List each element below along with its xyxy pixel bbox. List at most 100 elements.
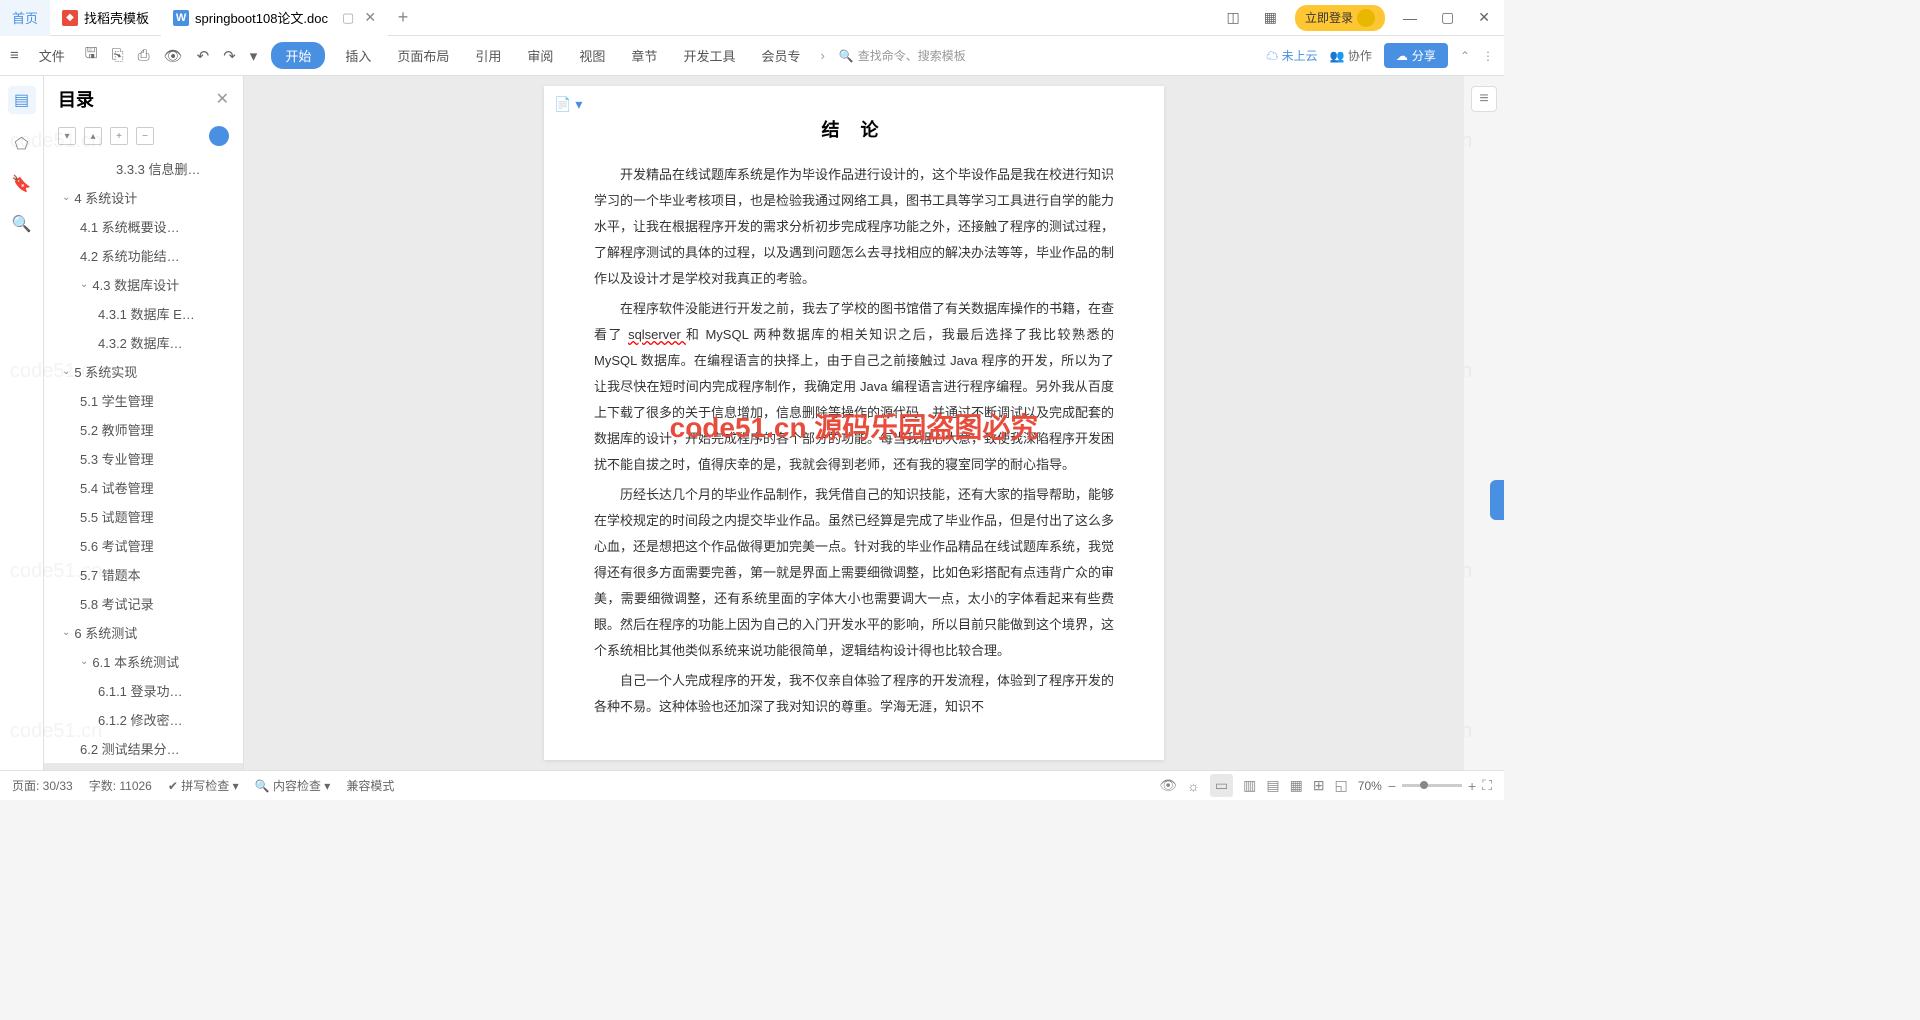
print-layout-icon[interactable]: ⊞ bbox=[1313, 777, 1325, 794]
shape-icon[interactable]: ⬠ bbox=[12, 134, 32, 154]
collab-button[interactable]: 👥 协作 bbox=[1330, 47, 1372, 64]
page-indicator[interactable]: 页面: 30/33 bbox=[12, 777, 73, 794]
zoom-in-icon[interactable]: + bbox=[1468, 778, 1476, 794]
toc-item[interactable]: 4.1 系统概要设… bbox=[44, 212, 243, 241]
bookmark-icon[interactable]: 🔖 bbox=[12, 174, 32, 194]
menu-icon[interactable]: ≡ bbox=[10, 47, 19, 64]
content-check-button[interactable]: 🔍 内容检查 ▾ bbox=[255, 777, 331, 794]
menu-view[interactable]: 视图 bbox=[573, 42, 611, 69]
print-icon[interactable]: ⎙ bbox=[138, 47, 150, 64]
toc-label: 5.5 试题管理 bbox=[80, 507, 154, 526]
toolbar-more-icon[interactable]: ⋮ bbox=[1482, 49, 1494, 63]
page-view-icon[interactable]: ▭ bbox=[1210, 774, 1233, 797]
toc-item[interactable]: 6.1.1 登录功… bbox=[44, 676, 243, 705]
dropdown-icon[interactable]: ▾ bbox=[250, 47, 258, 65]
chevron-down-icon[interactable]: ⌄ bbox=[62, 192, 70, 203]
toc-item[interactable]: 5.3 专业管理 bbox=[44, 444, 243, 473]
maximize-button[interactable]: ▢ bbox=[1435, 9, 1460, 26]
zoom-slider[interactable] bbox=[1402, 784, 1462, 787]
toc-item[interactable]: ⌄4.3 数据库设计 bbox=[44, 270, 243, 299]
reading-view-icon[interactable]: ▤ bbox=[1266, 777, 1279, 794]
word-count[interactable]: 字数: 11026 bbox=[89, 777, 152, 794]
compat-mode[interactable]: 兼容模式 bbox=[346, 777, 394, 794]
side-handle[interactable] bbox=[1490, 480, 1504, 520]
command-search[interactable]: 🔍 查找命令、搜索模板 bbox=[839, 47, 966, 64]
close-button[interactable]: ✕ bbox=[1472, 9, 1496, 26]
menu-reference[interactable]: 引用 bbox=[469, 42, 507, 69]
minimize-button[interactable]: — bbox=[1397, 10, 1423, 26]
tab-templates[interactable]: ◆ 找稻壳模板 bbox=[50, 0, 161, 36]
toc-label: 5.3 专业管理 bbox=[80, 449, 154, 468]
menu-review[interactable]: 审阅 bbox=[521, 42, 559, 69]
expand-all-icon[interactable]: ▴ bbox=[84, 127, 102, 145]
undo-icon[interactable]: ↶ bbox=[197, 47, 210, 65]
toc-item[interactable]: 4.3.1 数据库 E… bbox=[44, 299, 243, 328]
add-heading-icon[interactable]: + bbox=[110, 127, 128, 145]
outline-icon[interactable]: ▤ bbox=[8, 86, 36, 114]
sidebar-close-icon[interactable]: ✕ bbox=[216, 89, 229, 109]
toc-item[interactable]: 5.5 试题管理 bbox=[44, 502, 243, 531]
toc-item[interactable]: 5.7 错题本 bbox=[44, 560, 243, 589]
toc-item[interactable]: 6.1.2 修改密… bbox=[44, 705, 243, 734]
menu-layout[interactable]: 页面布局 bbox=[391, 42, 455, 69]
grid-icon[interactable]: ▦ bbox=[1258, 9, 1283, 26]
toc-item[interactable]: 5.1 学生管理 bbox=[44, 386, 243, 415]
tab-document[interactable]: W springboot108论文.doc ▢ ✕ bbox=[161, 0, 388, 36]
toc-item[interactable]: ⌄5 系统实现 bbox=[44, 357, 243, 386]
layout-icon[interactable]: ◫ bbox=[1221, 9, 1246, 26]
outline-view-icon[interactable]: ▥ bbox=[1243, 777, 1256, 794]
brightness-icon[interactable]: ☼ bbox=[1187, 778, 1200, 794]
share-button[interactable]: ☁ 分享 bbox=[1384, 43, 1448, 68]
close-icon[interactable]: ✕ bbox=[364, 9, 376, 26]
document-area[interactable]: 📄 ▾ 结 论 开发精品在线试题库系统是作为毕设作品进行设计的，这个毕设作品是我… bbox=[244, 76, 1464, 770]
save-icon[interactable]: 🖫 bbox=[85, 43, 98, 68]
preview-icon[interactable]: 👁 bbox=[164, 47, 183, 65]
export-icon[interactable]: ⎘ bbox=[112, 47, 124, 64]
chevron-down-icon[interactable]: ⌄ bbox=[62, 627, 70, 638]
spellcheck-button[interactable]: ✔ 拼写检查 ▾ bbox=[168, 777, 239, 794]
cloud-status[interactable]: ☁ 未上云 bbox=[1266, 47, 1317, 64]
collapse-all-icon[interactable]: ▾ bbox=[58, 127, 76, 145]
toc-item[interactable]: ⌄6 系统测试 bbox=[44, 618, 243, 647]
tab-window-icon[interactable]: ▢ bbox=[342, 10, 354, 26]
chevron-down-icon[interactable]: ⌄ bbox=[62, 366, 70, 377]
web-view-icon[interactable]: ▦ bbox=[1290, 777, 1303, 794]
panel-toggle-icon[interactable]: ≡ bbox=[1471, 86, 1497, 112]
toc-item[interactable]: 5.6 考试管理 bbox=[44, 531, 243, 560]
toc-item[interactable]: 4.2 系统功能结… bbox=[44, 241, 243, 270]
word-icon: W bbox=[173, 10, 189, 26]
menu-member[interactable]: 会员专 bbox=[755, 42, 806, 69]
toc-item[interactable]: ⌄6.1 本系统测试 bbox=[44, 647, 243, 676]
menu-file[interactable]: 文件 bbox=[33, 42, 71, 69]
toolbar-collapse-icon[interactable]: ⌃ bbox=[1460, 49, 1470, 63]
menu-start[interactable]: 开始 bbox=[271, 42, 325, 69]
toc-item[interactable]: 3.3.3 信息删… bbox=[44, 154, 243, 183]
menu-devtools[interactable]: 开发工具 bbox=[677, 42, 741, 69]
toc-item[interactable]: 6.2 测试结果分… bbox=[44, 734, 243, 763]
scroll-right-icon[interactable]: › bbox=[820, 48, 824, 63]
search-rail-icon[interactable]: 🔍 bbox=[12, 214, 32, 234]
page-marker-icon: 📄 ▾ bbox=[554, 96, 582, 113]
login-button[interactable]: 立即登录 bbox=[1295, 5, 1385, 31]
menu-insert[interactable]: 插入 bbox=[339, 42, 377, 69]
redo-icon[interactable]: ↷ bbox=[223, 47, 236, 65]
chevron-down-icon[interactable]: ⌄ bbox=[80, 656, 88, 667]
toc-item[interactable]: ⌄4 系统设计 bbox=[44, 183, 243, 212]
toc-item[interactable]: 5.2 教师管理 bbox=[44, 415, 243, 444]
zoom-level[interactable]: 70% bbox=[1358, 779, 1382, 793]
toc-item[interactable]: 4.3.2 数据库… bbox=[44, 328, 243, 357]
tab-home[interactable]: 首页 bbox=[0, 0, 50, 36]
eye-icon[interactable]: 👁 bbox=[1159, 777, 1177, 794]
left-rail: ▤ ⬠ 🔖 🔍 bbox=[0, 76, 44, 770]
toc-item[interactable]: 5.4 试卷管理 bbox=[44, 473, 243, 502]
new-tab-button[interactable]: + bbox=[388, 7, 418, 28]
fit-icon[interactable]: ◱ bbox=[1335, 777, 1348, 794]
remove-heading-icon[interactable]: − bbox=[136, 127, 154, 145]
toc-item[interactable]: 结 论 bbox=[44, 763, 243, 770]
zoom-out-icon[interactable]: − bbox=[1388, 778, 1396, 794]
sync-indicator-icon[interactable] bbox=[209, 126, 229, 146]
toc-item[interactable]: 5.8 考试记录 bbox=[44, 589, 243, 618]
fullscreen-icon[interactable]: ⛶ bbox=[1482, 777, 1492, 794]
chevron-down-icon[interactable]: ⌄ bbox=[80, 279, 88, 290]
menu-chapter[interactable]: 章节 bbox=[625, 42, 663, 69]
